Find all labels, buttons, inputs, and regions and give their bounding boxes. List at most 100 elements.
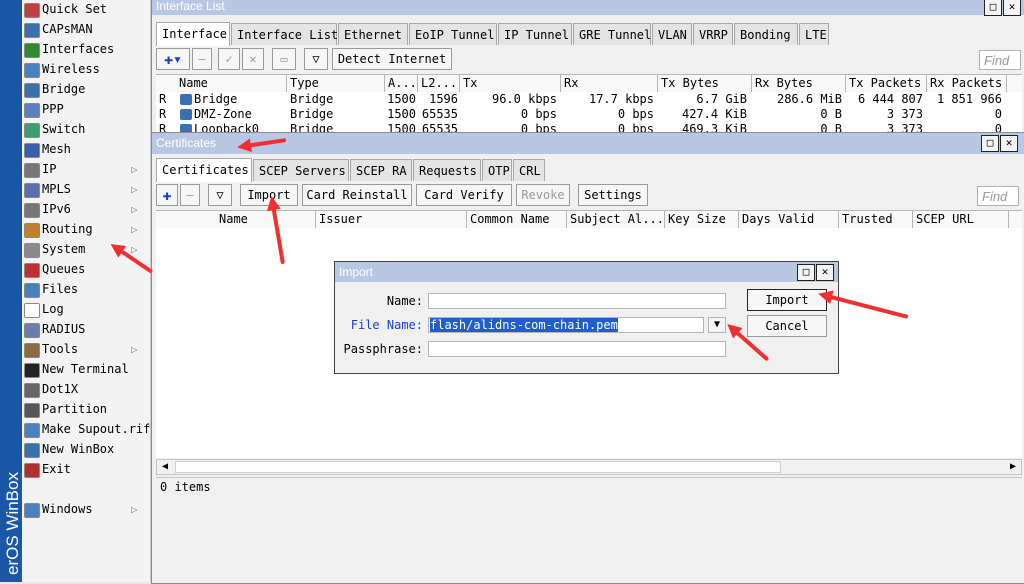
menu-item[interactable]: Tools ▷ — [22, 340, 150, 359]
column-header[interactable]: Common Name — [467, 211, 567, 228]
tab[interactable]: Interface List — [231, 23, 338, 45]
menu-item[interactable]: Queues — [22, 260, 150, 279]
card-reinstall-button[interactable]: Card Reinstall — [302, 184, 412, 206]
menu-item[interactable]: New Terminal — [22, 360, 150, 379]
interface-list-window: Interface List □ ✕ Interface Interface Li… — [151, 0, 1024, 142]
column-header[interactable]: Key Size — [665, 211, 739, 228]
maximize-icon[interactable]: □ — [797, 264, 815, 281]
tab[interactable]: VRRP — [693, 23, 733, 45]
scroll-left-icon[interactable]: ◀ — [158, 460, 172, 474]
column-header[interactable]: Days Valid — [739, 211, 839, 228]
add-button[interactable]: ✚▾ — [156, 48, 190, 70]
column-header[interactable]: Rx — [561, 75, 658, 92]
table-cell: Bridge — [290, 92, 334, 106]
enable-button[interactable]: ✓ — [218, 48, 240, 70]
column-header[interactable]: SCEP URL — [913, 211, 1009, 228]
table-cell: 96.0 kbps — [491, 92, 557, 106]
certificate-find-input[interactable]: Find — [977, 186, 1019, 206]
tab[interactable]: OTP — [482, 159, 512, 181]
tab[interactable]: CRL — [513, 159, 545, 181]
menu-item[interactable]: Mesh — [22, 140, 150, 159]
menu-item-label: New Terminal — [42, 362, 129, 376]
certificate-table-header: Name Issuer Common Name Subject Al... Key Si… — [156, 210, 1022, 229]
column-header[interactable]: A... — [385, 75, 418, 92]
column-header[interactable]: Tx Packets — [846, 75, 927, 92]
queues-icon — [24, 263, 40, 278]
routing-icon — [24, 223, 40, 238]
menu-item[interactable]: Exit — [22, 460, 150, 479]
tab[interactable]: IP Tunnel — [498, 23, 572, 45]
menu-item[interactable]: IP ▷ — [22, 160, 150, 179]
menu-item[interactable]: Switch — [22, 120, 150, 139]
detect-internet-button[interactable]: Detect Internet — [332, 48, 452, 70]
column-header[interactable]: Issuer — [316, 211, 467, 228]
menu-item[interactable]: Files — [22, 280, 150, 299]
import-button[interactable]: Import — [747, 289, 827, 311]
menu-item[interactable]: Routing ▷ — [22, 220, 150, 239]
column-header[interactable]: Type — [287, 75, 385, 92]
horizontal-scrollbar[interactable]: ◀ ▶ — [156, 459, 1022, 475]
file-name-select[interactable]: flash/alidns-com-chain.pem — [428, 317, 704, 333]
table-cell: 0 bps — [520, 107, 557, 121]
tab[interactable]: Interface — [156, 22, 230, 46]
menu-item[interactable]: CAPsMAN — [22, 20, 150, 39]
menu-item[interactable]: Windows ▷ — [22, 500, 150, 519]
menu-item[interactable]: RADIUS — [22, 320, 150, 339]
menu-item[interactable]: MPLS ▷ — [22, 180, 150, 199]
tab[interactable]: SCEP Servers — [253, 159, 349, 181]
menu-item[interactable]: Wireless — [22, 60, 150, 79]
menu-item[interactable]: Log — [22, 300, 150, 319]
settings-button[interactable]: Settings — [578, 184, 648, 206]
column-header[interactable]: Name — [176, 75, 287, 92]
passphrase-input[interactable] — [428, 341, 726, 357]
menu-item[interactable]: Dot1X — [22, 380, 150, 399]
scroll-thumb[interactable] — [175, 461, 781, 473]
column-header[interactable]: Tx — [460, 75, 561, 92]
menu-item[interactable]: Quick Set — [22, 0, 150, 19]
column-header[interactable]: Tx Bytes — [658, 75, 752, 92]
column-header[interactable]: Name — [216, 211, 316, 228]
revoke-button[interactable]: Revoke — [516, 184, 570, 206]
card-verify-button[interactable]: Card Verify — [416, 184, 512, 206]
table-row[interactable]: R Bridge Bridge 1500 1596 96.0 kbps 17.7 kbps 6… — [156, 92, 1022, 107]
disable-button[interactable]: ✕ — [242, 48, 264, 70]
scroll-right-icon[interactable]: ▶ — [1006, 460, 1020, 474]
tab[interactable]: Requests — [413, 159, 481, 181]
remove-button[interactable]: — — [192, 48, 212, 70]
cancel-button[interactable]: Cancel — [747, 315, 827, 337]
interface-list-titlebar: Interface List — [152, 0, 1024, 15]
wireless-icon — [24, 63, 40, 78]
menu-item[interactable]: New WinBox — [22, 440, 150, 459]
column-header[interactable]: L2... — [418, 75, 460, 92]
tab[interactable]: VLAN — [652, 23, 692, 45]
menu-item[interactable]: IPv6 ▷ — [22, 200, 150, 219]
tab[interactable]: Certificates — [156, 158, 252, 182]
filter-icon[interactable]: ▽ — [304, 48, 328, 70]
table-cell: R — [159, 107, 167, 121]
column-header[interactable]: Trusted — [839, 211, 913, 228]
tab[interactable]: SCEP RA — [350, 159, 412, 181]
tab[interactable]: Ethernet — [338, 23, 408, 45]
close-icon[interactable]: ✕ — [1003, 0, 1021, 16]
menu-item[interactable]: PPP — [22, 100, 150, 119]
menu-item[interactable]: Make Supout.rif — [22, 420, 150, 439]
name-input[interactable] — [428, 293, 726, 309]
menu-item[interactable]: Interfaces — [22, 40, 150, 59]
maximize-icon[interactable]: □ — [981, 135, 999, 152]
menu-item[interactable]: Partition — [22, 400, 150, 419]
tab[interactable]: Bonding — [734, 23, 798, 45]
close-icon[interactable]: ✕ — [1000, 135, 1018, 152]
column-header[interactable]: Rx Packets — [927, 75, 1007, 92]
interface-find-input[interactable]: Find — [979, 50, 1021, 70]
maximize-icon[interactable]: □ — [984, 0, 1002, 16]
tab[interactable]: EoIP Tunnel — [409, 23, 497, 45]
column-header[interactable]: Subject Al... — [567, 211, 665, 228]
tab[interactable]: LTE — [799, 23, 829, 45]
ip-icon — [24, 163, 40, 178]
tab[interactable]: GRE Tunnel — [573, 23, 651, 45]
column-header[interactable]: Rx Bytes — [752, 75, 846, 92]
comment-button[interactable]: ▭ — [272, 48, 296, 70]
menu-item[interactable]: Bridge — [22, 80, 150, 99]
close-icon[interactable]: ✕ — [816, 264, 834, 281]
table-row[interactable]: R DMZ-Zone Bridge 1500 65535 0 bps 0 bps 427.4 … — [156, 107, 1022, 122]
